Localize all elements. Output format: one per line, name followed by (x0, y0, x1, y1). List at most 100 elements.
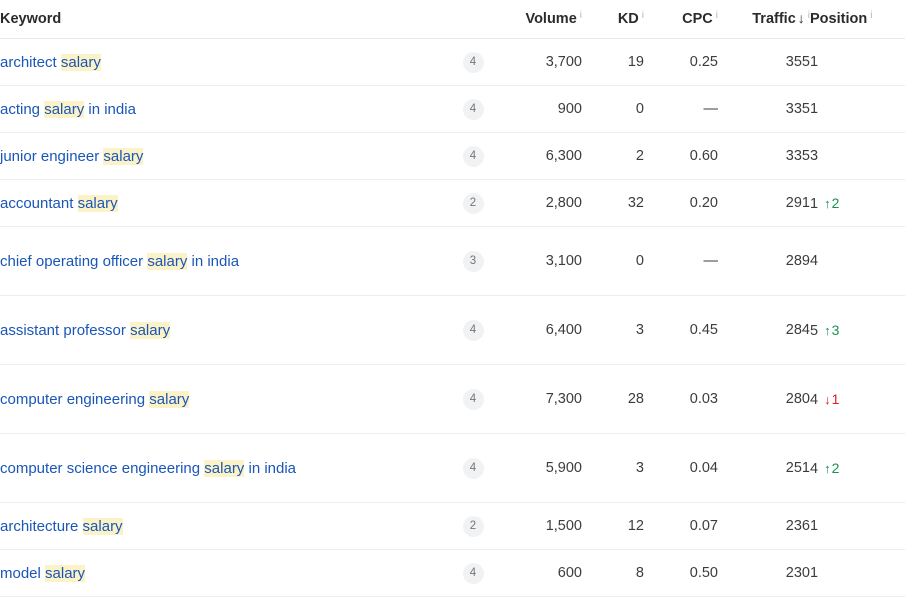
serp-features-cell: 4 (452, 365, 494, 434)
volume-cell: 6,400 (545, 322, 582, 338)
info-icon[interactable]: i (580, 10, 582, 21)
traffic-cell: 335 (785, 148, 810, 164)
count-badge[interactable]: 3 (462, 250, 484, 272)
table-row[interactable]: chief operating officer salary in india 3… (0, 227, 905, 296)
traffic-cell: 284 (785, 322, 810, 338)
position-cell: 4 ↓1 (810, 365, 905, 434)
keyword-highlight: salary (103, 147, 144, 165)
cpc-cell: — (703, 101, 719, 117)
volume-cell: 3,100 (545, 253, 582, 269)
table-row[interactable]: computer engineering salary 4 7,300 28 0.03 2… (0, 365, 905, 434)
table-header-row: Keyword Volume i KD i CPC i Traffic ↓ i Posit… (0, 0, 905, 39)
keyword-link[interactable]: architecture salary (0, 517, 123, 535)
keyword-text: acting (0, 100, 45, 118)
position-value: 1 (810, 565, 819, 581)
kd-cell: 28 (627, 391, 644, 407)
volume-cell: 900 (557, 101, 582, 117)
column-header-cpc-label: CPC (682, 11, 713, 28)
keyword-link[interactable]: assistant professor salary (0, 321, 171, 339)
keyword-link[interactable]: model salary (0, 564, 86, 582)
count-badge[interactable]: 4 (462, 98, 484, 120)
keyword-cell: acting salary in india (0, 86, 452, 133)
serp-features-cell: 4 (452, 550, 494, 597)
position-change: ↓1 (824, 391, 839, 407)
position-value: 1 (810, 54, 819, 70)
table-row[interactable]: accountant salary 2 2,800 32 0.20 291 1 ↑2 (0, 180, 905, 227)
count-badge[interactable]: 4 (462, 562, 484, 584)
keyword-text: in india (84, 100, 136, 118)
table-row[interactable]: model salary 4 600 8 0.50 230 1 (0, 550, 905, 597)
table-row[interactable]: acting salary in india 4 900 0 — 335 1 (0, 86, 905, 133)
column-header-traffic[interactable]: Traffic ↓ i (718, 0, 810, 39)
position-cell: 5 ↑3 (810, 296, 905, 365)
column-header-volume[interactable]: Volume i (494, 0, 582, 39)
table-row[interactable]: junior engineer salary 4 6,300 2 0.60 335 3 (0, 133, 905, 180)
position-value: 1 (810, 195, 819, 212)
count-badge[interactable]: 4 (462, 319, 484, 341)
column-header-kd[interactable]: KD i (582, 0, 644, 39)
position-change: ↑3 (824, 322, 839, 338)
position-cell: 1 ↑2 (810, 180, 905, 227)
table-header: Keyword Volume i KD i CPC i Traffic ↓ i Posit… (0, 0, 905, 39)
info-icon[interactable]: i (870, 10, 872, 21)
count-badge[interactable]: 2 (462, 192, 484, 214)
position-change-value: 3 (831, 321, 840, 338)
info-icon[interactable]: i (716, 10, 718, 21)
column-header-position-label: Position (810, 11, 868, 28)
keyword-link[interactable]: computer engineering salary (0, 390, 190, 408)
position-cell: 4 ↑2 (810, 434, 905, 503)
serp-features-cell: 2 (452, 180, 494, 227)
position-value: 4 (810, 460, 819, 477)
cpc-cell: 0.45 (689, 322, 718, 338)
table-row[interactable]: computer science engineering salary in i… (0, 434, 905, 503)
count-badge[interactable]: 4 (462, 388, 484, 410)
traffic-cell: 291 (785, 195, 810, 211)
keyword-highlight: salary (147, 252, 188, 270)
position-value: 4 (810, 253, 819, 269)
kd-cell: 0 (635, 253, 644, 269)
keyword-link[interactable]: computer science engineering salary in i… (0, 459, 297, 477)
column-header-cpc[interactable]: CPC i (644, 0, 718, 39)
table-row[interactable]: architect salary 4 3,700 19 0.25 355 1 (0, 39, 905, 86)
count-badge[interactable]: 4 (462, 145, 484, 167)
volume-cell: 3,700 (545, 54, 582, 70)
keyword-link[interactable]: junior engineer salary (0, 147, 144, 165)
traffic-cell: 289 (785, 253, 810, 269)
keyword-link[interactable]: acting salary in india (0, 100, 136, 118)
traffic-cell: 230 (785, 565, 810, 581)
count-badge[interactable]: 2 (462, 515, 484, 537)
kd-cell: 3 (635, 460, 644, 476)
keyword-text: model (0, 564, 46, 582)
table-row[interactable]: architecture salary 2 1,500 12 0.07 236 1 (0, 503, 905, 550)
keyword-text: computer engineering (0, 390, 150, 408)
keyword-link[interactable]: accountant salary (0, 194, 118, 212)
count-badge[interactable]: 4 (462, 457, 484, 479)
traffic-cell: 280 (785, 391, 810, 407)
kd-cell: 8 (635, 565, 644, 581)
keyword-cell: accountant salary (0, 180, 452, 227)
kd-cell: 3 (635, 322, 644, 338)
table-body: architect salary 4 3,700 19 0.25 355 1 acting s… (0, 39, 905, 597)
kd-cell: 12 (627, 518, 644, 534)
keyword-text: in india (244, 459, 297, 477)
position-cell: 1 (810, 550, 905, 597)
keyword-cell: assistant professor salary (0, 296, 452, 365)
keyword-text: junior engineer (0, 147, 104, 165)
count-badge[interactable]: 4 (462, 51, 484, 73)
kd-cell: 2 (635, 148, 644, 164)
sort-descending-icon[interactable]: ↓ (798, 11, 805, 25)
column-header-keyword[interactable]: Keyword (0, 0, 452, 39)
table-row[interactable]: assistant professor salary 4 6,400 3 0.45 284… (0, 296, 905, 365)
keywords-table: Keyword Volume i KD i CPC i Traffic ↓ i Posit… (0, 0, 905, 597)
info-icon[interactable]: i (642, 10, 644, 21)
volume-cell: 7,300 (545, 391, 582, 407)
keyword-text: chief operating officer (0, 252, 148, 270)
column-header-position[interactable]: Position i (810, 0, 905, 39)
kd-cell: 32 (627, 195, 644, 211)
arrow-up-icon: ↑ (824, 322, 831, 338)
keyword-link[interactable]: chief operating officer salary in india (0, 252, 239, 270)
keyword-link[interactable]: architect salary (0, 53, 101, 71)
column-header-volume-label: Volume (525, 11, 577, 28)
serp-features-cell: 4 (452, 86, 494, 133)
keyword-text: accountant (0, 194, 78, 212)
